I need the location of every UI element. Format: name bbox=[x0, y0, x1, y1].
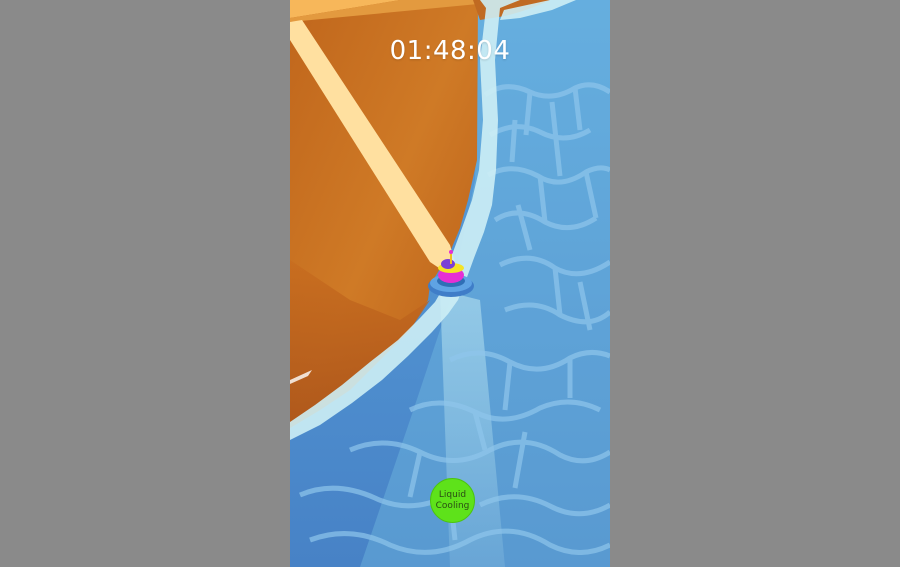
liquid-cooling-button[interactable]: Liquid Cooling bbox=[430, 478, 475, 523]
page: 01:48:04 Liquid Cooling bbox=[0, 0, 900, 567]
game-viewport[interactable]: 01:48:04 Liquid Cooling bbox=[290, 0, 610, 567]
liquid-cooling-label: Liquid Cooling bbox=[435, 489, 470, 511]
race-timer: 01:48:04 bbox=[389, 36, 511, 66]
